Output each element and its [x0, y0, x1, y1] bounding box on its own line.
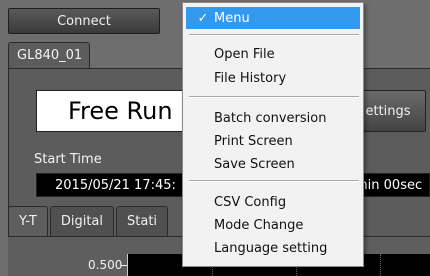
menu-item-file-history[interactable]: File History — [186, 67, 360, 89]
mode-display: Free Run — [36, 90, 196, 132]
tab-gl840-01[interactable]: GL840_01 — [8, 42, 90, 68]
start-time-label: Start Time — [34, 152, 102, 167]
y-axis-tick-label: 0.500 — [88, 258, 123, 272]
tab-y-t[interactable]: Y-T — [8, 206, 48, 236]
plot-gridline — [380, 254, 381, 276]
menu-separator — [189, 96, 359, 98]
menu-item-label: Menu — [214, 10, 250, 26]
menu-item-save-screen[interactable]: Save Screen — [186, 153, 360, 175]
main-menu-dropdown: ✓ Menu Open File File History Batch conv… — [182, 2, 364, 267]
tab-digital[interactable]: Digital — [49, 206, 115, 236]
check-icon: ✓ — [197, 10, 209, 26]
menu-item-csv-config[interactable]: CSV Config — [186, 191, 360, 213]
menu-item-mode-change[interactable]: Mode Change — [186, 214, 360, 236]
start-time-value: 2015/05/21 17:45: — [36, 173, 206, 197]
connect-button[interactable]: Connect — [8, 8, 160, 34]
menu-item-menu[interactable]: ✓ Menu — [186, 7, 360, 29]
menu-item-batch-conversion[interactable]: Batch conversion — [186, 107, 360, 129]
menu-separator — [189, 180, 359, 182]
menu-item-open-file[interactable]: Open File — [186, 43, 360, 65]
menu-separator — [189, 34, 359, 36]
menu-item-print-screen[interactable]: Print Screen — [186, 130, 360, 152]
tab-statistics[interactable]: Stati — [116, 206, 169, 236]
menu-item-language-setting[interactable]: Language setting — [186, 237, 360, 259]
view-tabs: Y-T Digital Stati — [8, 206, 170, 236]
